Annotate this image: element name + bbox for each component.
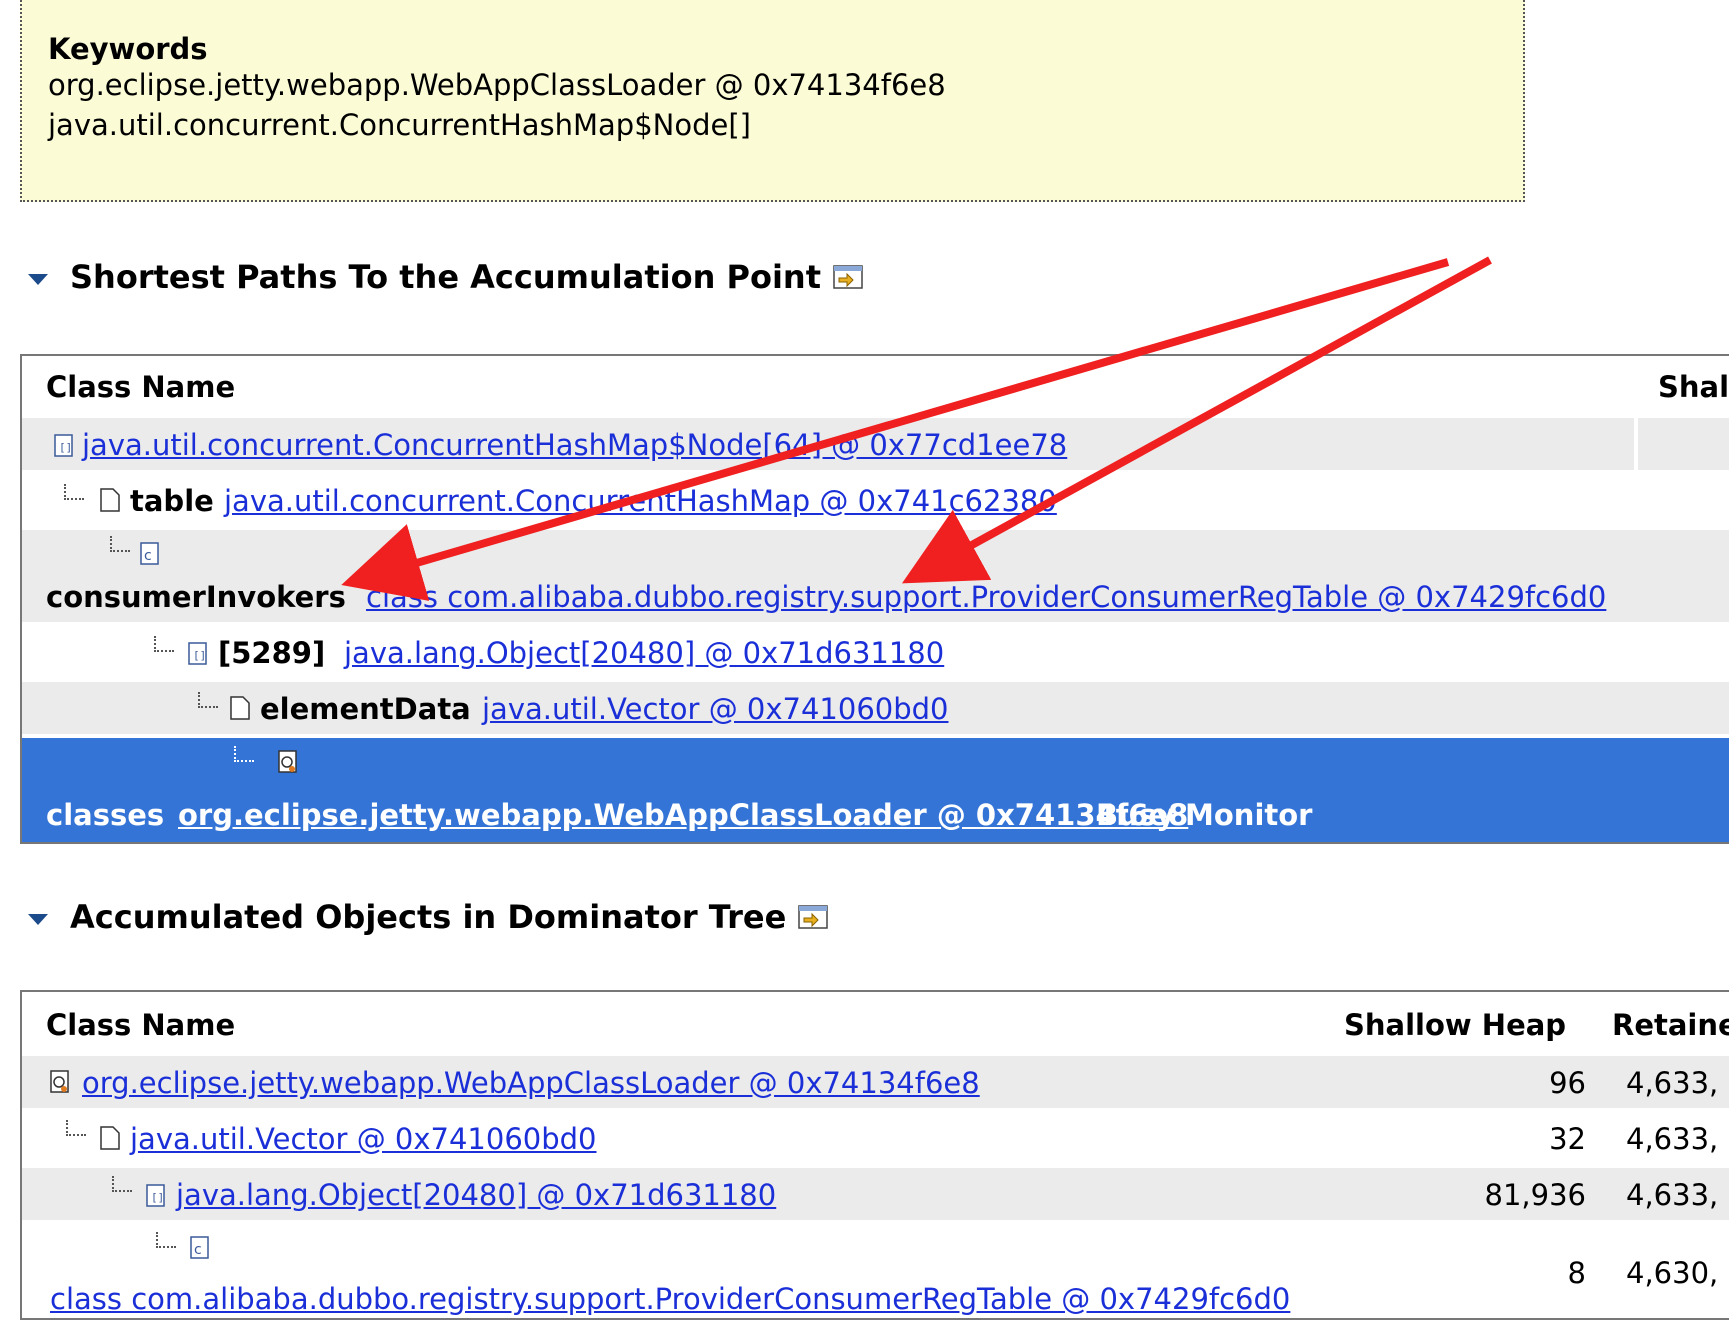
column-header-shallow-heap[interactable]: Shallow Heap (1344, 1008, 1566, 1042)
svg-text:c: c (194, 1242, 202, 1258)
svg-text:[]: [] (151, 1191, 164, 1204)
object-link[interactable]: class com.alibaba.dubbo.registry.support… (50, 1282, 1290, 1316)
tree-connector (156, 1232, 176, 1248)
object-icon (100, 1126, 120, 1150)
retained-heap-value: 4,630, (1626, 1256, 1719, 1290)
retained-heap-value: 4,633, (1626, 1178, 1719, 1212)
export-icon[interactable] (833, 264, 865, 290)
table-row[interactable]: [] java.lang.Object[20480] @ 0x71d631180… (22, 1168, 1729, 1220)
paths-section-title: Shortest Paths To the Accumulation Point (70, 258, 821, 296)
field-name: consumerInvokers (46, 580, 346, 614)
object-icon (100, 488, 120, 512)
field-name: table (130, 484, 214, 518)
svg-text:c: c (144, 548, 152, 564)
shallow-heap-value: 8 (1567, 1256, 1586, 1290)
object-link[interactable]: java.util.Vector @ 0x741060bd0 (482, 692, 949, 726)
column-header-class-name[interactable]: Class Name (46, 370, 235, 404)
shallow-heap-value: 81,936 (1484, 1178, 1586, 1212)
shallow-heap-value: 32 (1549, 1122, 1586, 1156)
dominator-section-title: Accumulated Objects in Dominator Tree (70, 898, 787, 936)
paths-table: Class Name Shal [] java.util.concurrent.… (20, 354, 1729, 844)
array-icon: [] (188, 642, 207, 665)
object-link[interactable]: java.util.Vector @ 0x741060bd0 (130, 1122, 597, 1156)
table-row[interactable]: c class com.alibaba.dubbo.registry.suppo… (22, 1224, 1729, 1318)
class-icon: c (190, 1236, 209, 1259)
keywords-title: Keywords (48, 32, 208, 66)
field-name: [5289] (218, 636, 326, 670)
field-name: classes (46, 798, 165, 832)
tree-connector (234, 746, 254, 762)
object-link[interactable]: java.lang.Object[20480] @ 0x71d631180 (176, 1178, 776, 1212)
svg-text:[]: [] (193, 649, 206, 662)
classloader-icon (50, 1070, 69, 1093)
object-link[interactable]: java.util.concurrent.ConcurrentHashMap @… (224, 484, 1057, 518)
tree-connector (64, 484, 84, 500)
tree-connector (66, 1120, 86, 1136)
table-row[interactable]: [] [5289] java.lang.Object[20480] @ 0x71… (22, 626, 1729, 678)
object-link[interactable]: class com.alibaba.dubbo.registry.support… (366, 580, 1606, 614)
tree-connector (112, 1176, 132, 1192)
table-row[interactable]: elementData java.util.Vector @ 0x741060b… (22, 682, 1729, 734)
array-icon: [] (54, 434, 73, 457)
tree-connector (110, 536, 130, 552)
keywords-box: Keywords org.eclipse.jetty.webapp.WebApp… (20, 0, 1525, 202)
dominator-section-header[interactable]: Accumulated Objects in Dominator Tree (28, 898, 830, 936)
retained-heap-value: 4,633, (1626, 1066, 1719, 1100)
export-icon[interactable] (798, 904, 830, 930)
status-label: Busy Monitor (1096, 798, 1313, 832)
object-link[interactable]: org.eclipse.jetty.webapp.WebAppClassLoad… (178, 798, 1188, 832)
keyword-line: org.eclipse.jetty.webapp.WebAppClassLoad… (48, 68, 946, 102)
dominator-table: Class Name Shallow Heap Retaine org.ecli… (20, 990, 1729, 1320)
column-header-shallow[interactable]: Shal (1658, 370, 1729, 404)
field-name: elementData (260, 692, 471, 726)
svg-text:[]: [] (59, 441, 72, 454)
shallow-heap-value: 96 (1549, 1066, 1586, 1100)
column-header-class-name[interactable]: Class Name (46, 1008, 235, 1042)
collapse-triangle-icon[interactable] (28, 913, 48, 925)
table-row[interactable]: [] java.util.concurrent.ConcurrentHashMa… (22, 418, 1729, 470)
collapse-triangle-icon[interactable] (28, 273, 48, 285)
object-link[interactable]: java.util.concurrent.ConcurrentHashMap$N… (82, 428, 1067, 462)
classloader-icon (278, 750, 297, 773)
tree-connector (154, 636, 174, 652)
table-row[interactable]: java.util.Vector @ 0x741060bd0 32 4,633, (22, 1112, 1729, 1164)
table-row[interactable]: c consumerInvokers class com.alibaba.dub… (22, 530, 1729, 622)
object-link[interactable]: java.lang.Object[20480] @ 0x71d631180 (344, 636, 944, 670)
table-row[interactable]: org.eclipse.jetty.webapp.WebAppClassLoad… (22, 1056, 1729, 1108)
object-link[interactable]: org.eclipse.jetty.webapp.WebAppClassLoad… (82, 1066, 980, 1100)
column-header-retained-heap[interactable]: Retaine (1612, 1008, 1729, 1042)
paths-section-header[interactable]: Shortest Paths To the Accumulation Point (28, 258, 865, 296)
retained-heap-value: 4,633, (1626, 1122, 1719, 1156)
array-icon: [] (146, 1184, 165, 1207)
object-icon (230, 696, 250, 720)
table-row-selected[interactable]: classes org.eclipse.jetty.webapp.WebAppC… (22, 738, 1729, 842)
class-icon: c (140, 542, 159, 565)
tree-connector (198, 692, 218, 708)
table-row[interactable]: table java.util.concurrent.ConcurrentHas… (22, 474, 1729, 526)
keyword-line: java.util.concurrent.ConcurrentHashMap$N… (48, 108, 751, 142)
